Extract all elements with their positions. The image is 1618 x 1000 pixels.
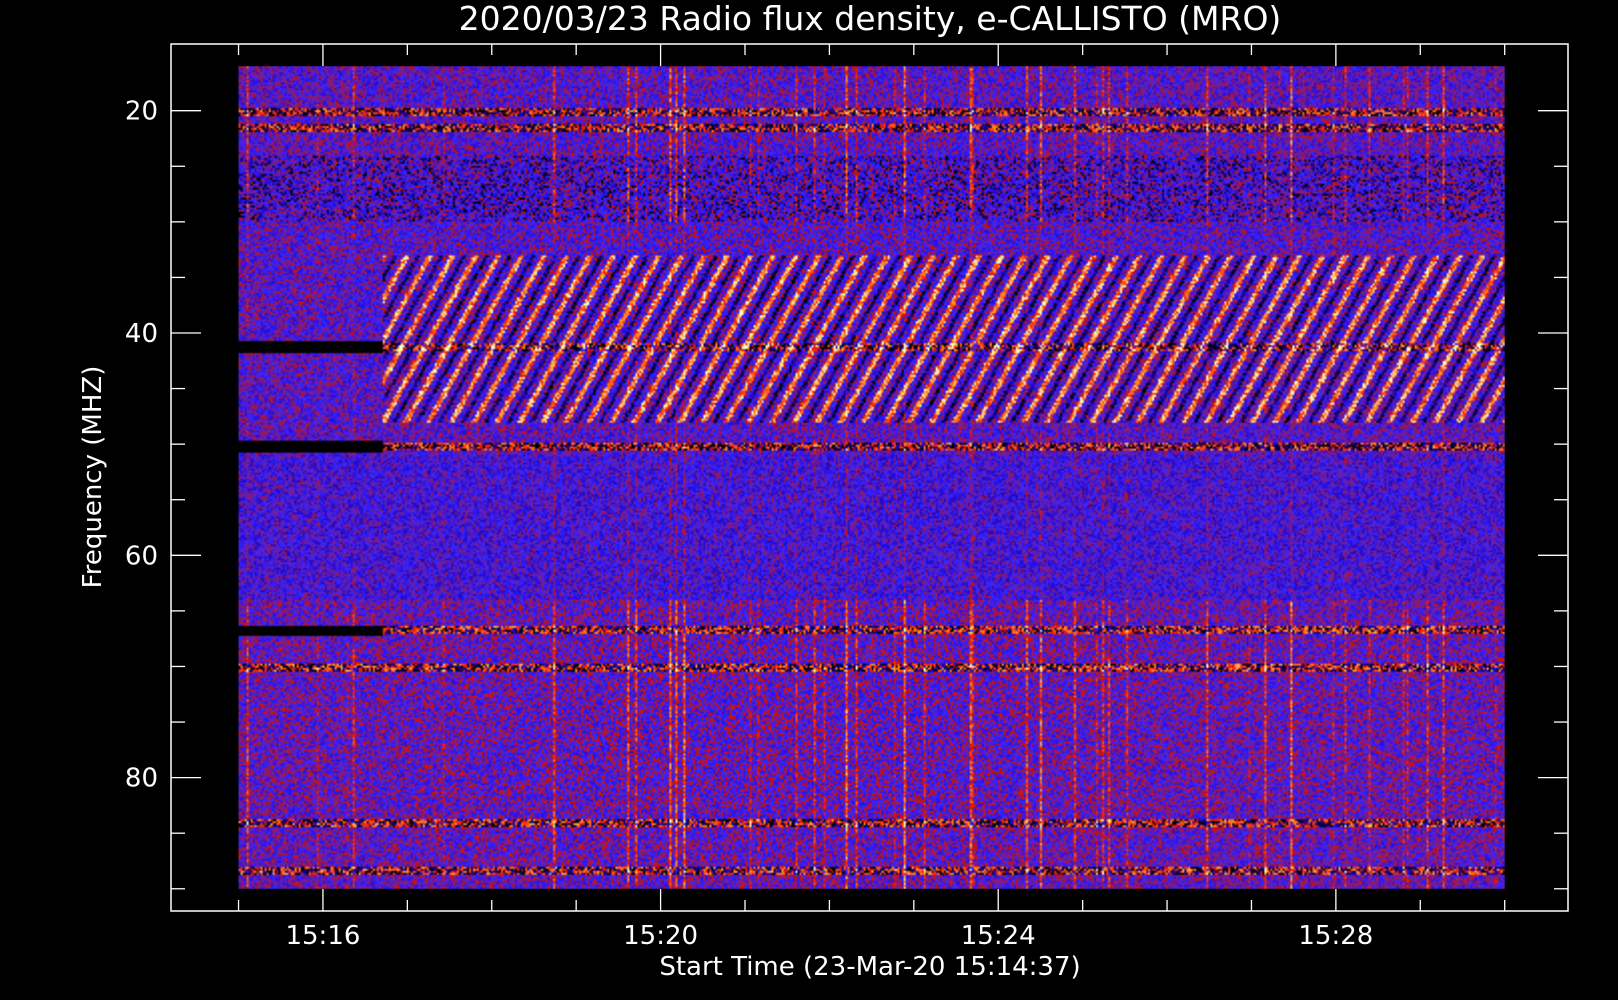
x-axis-label: Start Time (23-Mar-20 15:14:37) — [659, 952, 1080, 982]
y-tick-label: 80 — [125, 764, 158, 794]
spectrogram-figure: 2020/03/23 Radio flux density, e-CALLIST… — [0, 0, 1618, 1000]
spectrogram-chart: 2020/03/23 Radio flux density, e-CALLIST… — [78, 0, 1569, 982]
x-tick-labels: 15:16 15:20 15:24 15:28 — [285, 921, 1373, 951]
y-axis-label: Frequency (MHZ) — [78, 366, 108, 589]
y-tick-label: 60 — [125, 541, 158, 571]
y-tick-labels: 20 40 60 80 — [125, 97, 158, 794]
y-tick-label: 40 — [125, 319, 158, 349]
spectrogram-heatmap — [238, 66, 1505, 889]
x-tick-label: 15:24 — [961, 921, 1036, 951]
x-tick-label: 15:16 — [285, 921, 360, 951]
chart-title: 2020/03/23 Radio flux density, e-CALLIST… — [459, 0, 1282, 38]
y-tick-label: 20 — [125, 97, 158, 127]
x-tick-label: 15:28 — [1298, 921, 1373, 951]
x-tick-label: 15:20 — [623, 921, 698, 951]
